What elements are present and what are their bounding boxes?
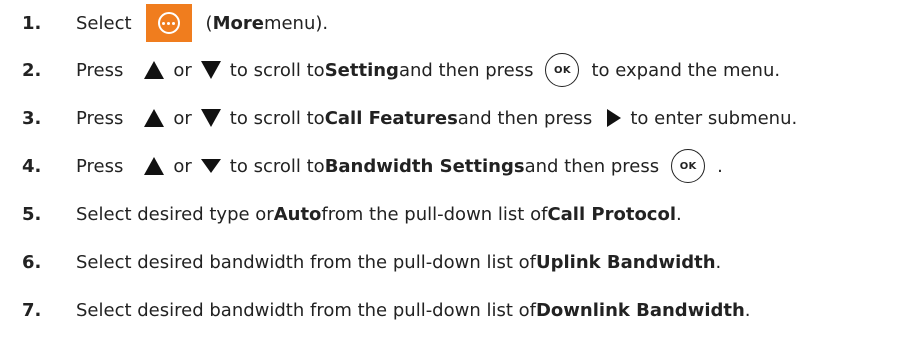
- step-text: (: [205, 12, 213, 34]
- step-bold-text: Call Protocol: [547, 203, 677, 225]
- step-6: 6. Select desired bandwidth from the pul…: [22, 238, 902, 286]
- step-text: to scroll to: [229, 155, 325, 177]
- step-bold-text: Setting: [324, 59, 399, 81]
- right-arrow-icon: [606, 108, 622, 128]
- up-arrow-icon: [143, 156, 165, 176]
- step-number: 5.: [22, 203, 42, 225]
- step-text: Press: [76, 155, 124, 177]
- step-text: or: [173, 155, 192, 177]
- step-bold-text: Auto: [273, 203, 322, 225]
- step-text: .: [715, 251, 722, 273]
- step-number: 2.: [22, 59, 42, 81]
- step-text: .: [676, 203, 682, 225]
- step-bold-text: Uplink Bandwidth: [535, 251, 716, 273]
- step-3: 3. Press or to scroll to Call Features a…: [22, 94, 902, 142]
- up-arrow-icon: [143, 60, 165, 80]
- step-text: or: [173, 59, 192, 81]
- step-text: Select: [76, 12, 132, 34]
- step-number: 6.: [22, 251, 42, 273]
- ok-button-icon: OK: [545, 53, 580, 87]
- ok-button-icon: OK: [671, 149, 706, 183]
- step-text: to scroll to: [229, 59, 325, 81]
- step-text: Press: [76, 59, 124, 81]
- step-text: Select desired type or: [76, 203, 274, 225]
- step-4: 4. Press or to scroll to Bandwidth Setti…: [22, 142, 902, 190]
- step-bold-text: More: [212, 12, 264, 34]
- step-text: and then press: [457, 107, 593, 129]
- step-text: Press: [76, 107, 124, 129]
- step-1: 1. Select (More menu).: [22, 0, 902, 46]
- step-number: 7.: [22, 299, 42, 321]
- step-text: .: [717, 155, 723, 177]
- step-bold-text: Call Features: [324, 107, 458, 129]
- down-arrow-icon: [200, 108, 222, 128]
- step-text: to scroll to: [229, 107, 325, 129]
- step-text: from the pull-down list of: [321, 203, 548, 225]
- step-text: to expand the menu.: [591, 59, 781, 81]
- step-text: and then press: [524, 155, 660, 177]
- down-arrow-icon: [200, 158, 222, 174]
- down-arrow-icon: [200, 60, 222, 80]
- step-text: Select desired bandwidth from the pull-d…: [76, 299, 536, 321]
- step-2: 2. Press or to scroll to Setting and the…: [22, 46, 902, 94]
- step-text: and then press: [398, 59, 534, 81]
- step-text: Select desired bandwidth from the pull-d…: [76, 251, 536, 273]
- step-bold-text: Bandwidth Settings: [324, 155, 525, 177]
- step-7: 7. Select desired bandwidth from the pul…: [22, 286, 902, 334]
- step-text: or: [173, 107, 192, 129]
- step-text: menu).: [263, 12, 329, 34]
- instruction-steps: 1. Select (More menu). 2. Press or to sc…: [22, 0, 902, 334]
- step-number: 3.: [22, 107, 42, 129]
- step-text: to enter submenu.: [630, 107, 798, 129]
- step-bold-text: Downlink Bandwidth: [535, 299, 745, 321]
- step-number: 1.: [22, 12, 42, 34]
- up-arrow-icon: [143, 108, 165, 128]
- step-text: .: [744, 299, 751, 321]
- step-5: 5. Select desired type or Auto from the …: [22, 190, 902, 238]
- step-number: 4.: [22, 155, 42, 177]
- more-icon: [145, 4, 192, 42]
